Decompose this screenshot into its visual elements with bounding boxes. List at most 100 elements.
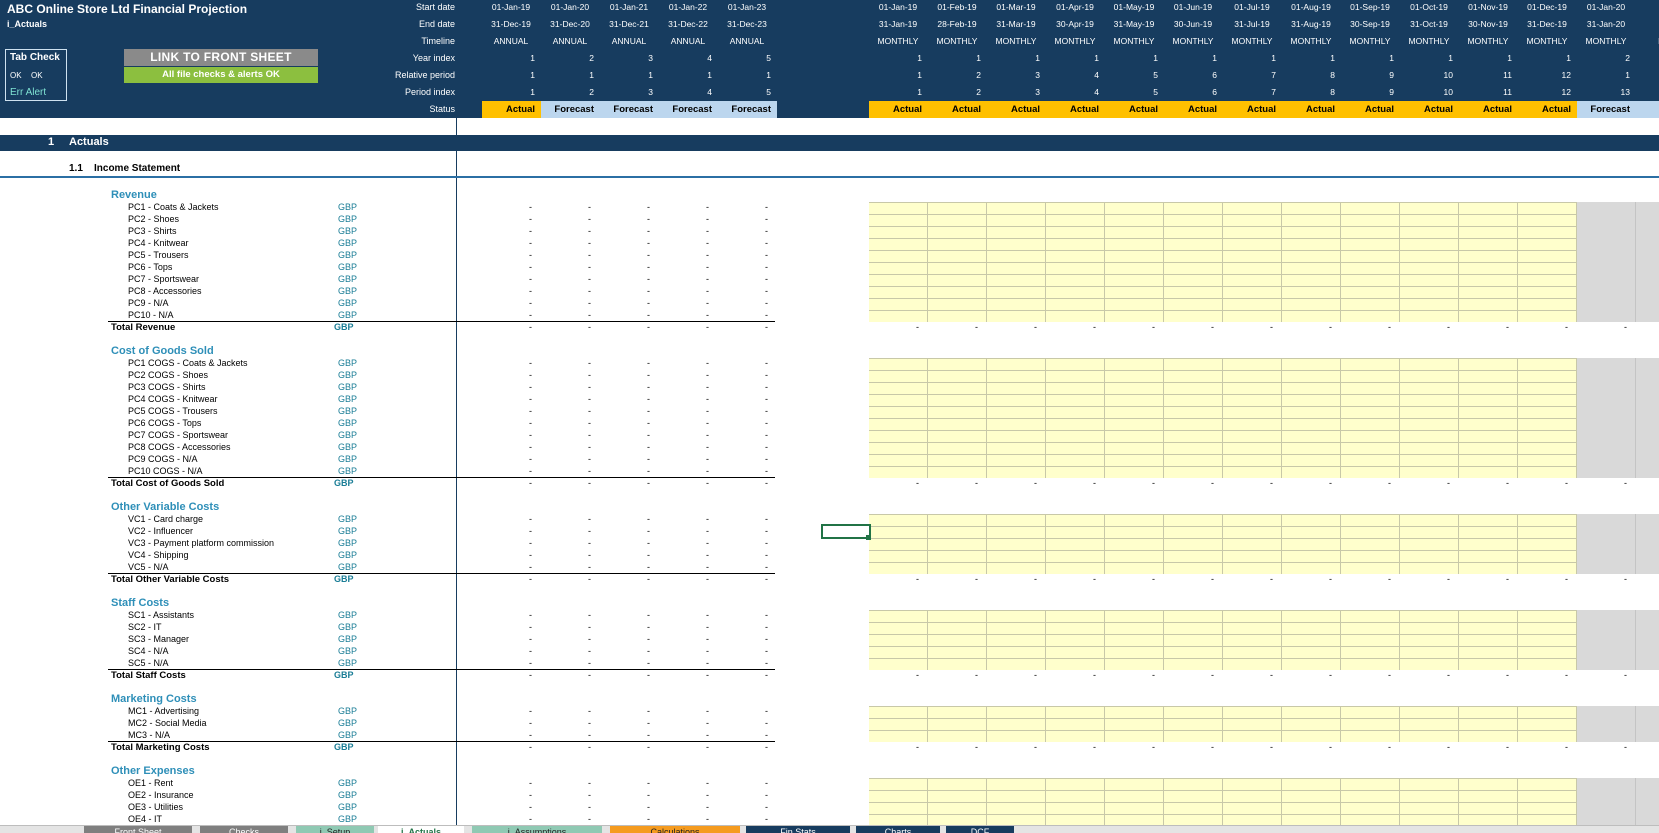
monthly-period-index: 3 — [1035, 87, 1040, 97]
annual-value: - — [765, 202, 768, 212]
line-item-label: VC3 - Payment platform commission — [128, 538, 275, 548]
unit-label: GBP — [338, 466, 358, 476]
annual-value: - — [647, 526, 650, 536]
sheet-tab[interactable]: Charts — [856, 826, 940, 833]
actuals-input-block[interactable] — [869, 514, 1577, 574]
sheet-tab[interactable]: i_Assumptions — [472, 826, 602, 833]
file-checks-status[interactable]: All file checks & alerts OK — [124, 67, 318, 83]
annual-value: - — [706, 238, 709, 248]
monthly-period-index: 2 — [976, 87, 981, 97]
monthly-total-value: - — [1447, 742, 1450, 752]
annual-value: - — [706, 370, 709, 380]
annual-value: - — [765, 262, 768, 272]
monthly-total-value: - — [1152, 574, 1155, 584]
annual-value: - — [588, 646, 591, 656]
monthly-total-value: - — [1506, 574, 1509, 584]
line-item-label: PC1 COGS - Coats & Jackets — [128, 358, 248, 368]
annual-total-value: - — [588, 478, 591, 488]
unit-label: GBP — [338, 214, 358, 224]
annual-timeline: ANNUAL — [729, 36, 765, 46]
sheet-tab[interactable]: i_Setup — [296, 826, 374, 833]
annual-value: - — [588, 286, 591, 296]
sheet-tab[interactable]: i_Actuals — [378, 826, 464, 833]
monthly-timeline: MONTHLY — [1526, 36, 1568, 46]
annual-value: - — [647, 550, 650, 560]
sheet-tab[interactable]: Calculations — [610, 826, 740, 833]
total-label: Total Staff Costs — [111, 670, 186, 681]
monthly-relative-period: 7 — [1271, 70, 1276, 80]
unit-label: GBP — [338, 442, 358, 452]
monthly-total-value: - — [1270, 742, 1273, 752]
sheet-tab[interactable]: Front Sheet — [84, 826, 192, 833]
monthly-period-index: 4 — [1094, 87, 1099, 97]
selected-cell[interactable] — [821, 524, 871, 539]
annual-value: - — [706, 250, 709, 260]
annual-value: - — [588, 250, 591, 260]
unit-label: GBP — [338, 250, 358, 260]
monthly-status: Actual — [1164, 101, 1223, 118]
line-item-label: MC1 - Advertising — [128, 706, 200, 716]
annual-value: - — [588, 358, 591, 368]
sheet-tab[interactable]: Checks — [200, 826, 288, 833]
annual-value: - — [706, 610, 709, 620]
monthly-total-value: - — [916, 478, 919, 488]
monthly-start-date: 01-Feb-19 — [937, 2, 977, 12]
line-item-label: SC2 - IT — [128, 622, 162, 632]
annual-value: - — [588, 370, 591, 380]
monthly-end-date: 31-Jul-19 — [1234, 19, 1270, 29]
monthly-year-index: 1 — [1566, 53, 1571, 63]
annual-end-date: 31-Dec-22 — [668, 19, 708, 29]
monthly-total-value: - — [1506, 670, 1509, 680]
actuals-input-block[interactable] — [869, 706, 1577, 742]
annual-value: - — [706, 622, 709, 632]
monthly-end-date: 31-Aug-19 — [1291, 19, 1331, 29]
line-item-label: VC2 - Influencer — [128, 526, 194, 536]
annual-value: - — [529, 274, 532, 284]
monthly-relative-period: 1 — [917, 70, 922, 80]
unit-label: GBP — [338, 658, 358, 668]
row-label-relative-period: Relative period — [394, 70, 455, 80]
annual-year-index: 4 — [707, 53, 712, 63]
monthly-timeline: MONTHLY — [877, 36, 919, 46]
monthly-total-value: - — [1506, 478, 1509, 488]
line-item-label: PC2 COGS - Shoes — [128, 370, 209, 380]
annual-value: - — [706, 778, 709, 788]
actuals-input-block[interactable] — [869, 202, 1577, 322]
monthly-relative-period: 8 — [1330, 70, 1335, 80]
total-label: Total Other Variable Costs — [111, 574, 230, 585]
line-item-label: SC5 - N/A — [128, 658, 169, 668]
sheet-tab[interactable]: DCF — [946, 826, 1014, 833]
annual-value: - — [706, 442, 709, 452]
fill-handle[interactable] — [866, 535, 871, 540]
actuals-input-block[interactable] — [869, 778, 1577, 825]
actuals-input-block[interactable] — [869, 358, 1577, 478]
monthly-year-index: 1 — [1094, 53, 1099, 63]
annual-value: - — [765, 274, 768, 284]
annual-value: - — [529, 418, 532, 428]
alert-label: Alert — [25, 87, 47, 98]
monthly-status: Forecast — [1577, 101, 1636, 118]
link-to-front-sheet-button[interactable]: LINK TO FRONT SHEET — [124, 49, 318, 66]
annual-value: - — [647, 394, 650, 404]
annual-value: - — [529, 442, 532, 452]
monthly-end-date: 31-Oct-19 — [1410, 19, 1448, 29]
monthly-relative-period: 10 — [1443, 70, 1453, 80]
annual-value: - — [588, 418, 591, 428]
annual-value: - — [588, 718, 591, 728]
annual-value: - — [647, 262, 650, 272]
monthly-total-value: - — [1093, 670, 1096, 680]
annual-value: - — [706, 802, 709, 812]
sheet-tab[interactable]: Fin Stats — [746, 826, 850, 833]
monthly-timeline: MONTHLY — [1349, 36, 1391, 46]
subsection-underline — [0, 176, 1659, 178]
annual-value: - — [765, 550, 768, 560]
annual-total-value: - — [647, 742, 650, 752]
annual-value: - — [588, 526, 591, 536]
monthly-status: Actual — [1341, 101, 1400, 118]
annual-total-value: - — [647, 322, 650, 332]
unit-label: GBP — [338, 526, 358, 536]
monthly-start-date: 01-Jan-20 — [1586, 2, 1626, 12]
annual-value: - — [529, 406, 532, 416]
actuals-input-block[interactable] — [869, 610, 1577, 670]
annual-value: - — [765, 214, 768, 224]
